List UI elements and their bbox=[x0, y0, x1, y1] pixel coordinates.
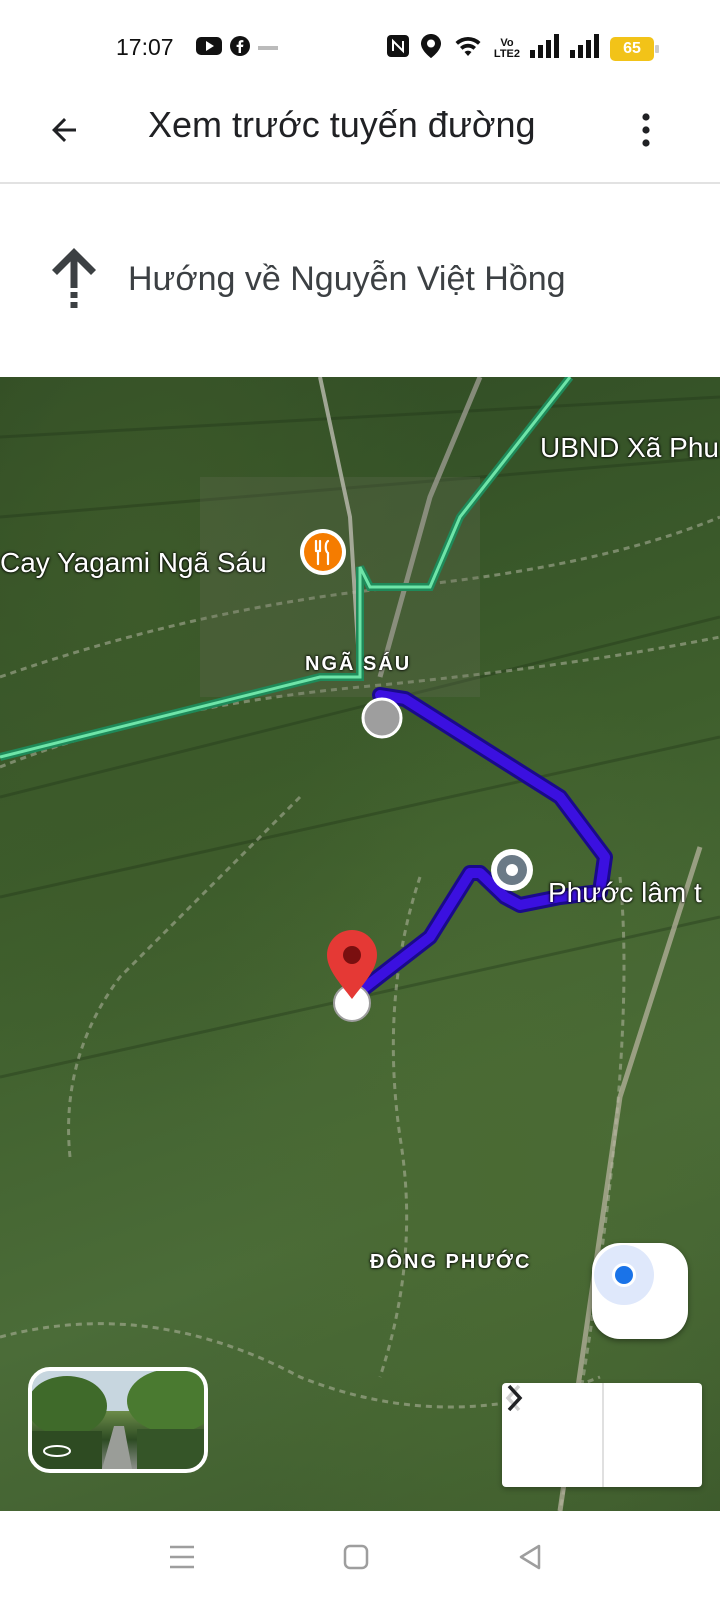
instruction-text: Hướng về Nguyễn Việt Hồng bbox=[128, 260, 566, 298]
page-title: Xem trước tuyến đường bbox=[148, 104, 536, 145]
status-left-icons bbox=[196, 36, 278, 61]
home-icon bbox=[343, 1544, 369, 1570]
location-icon bbox=[420, 33, 442, 64]
street-view-thumbnail[interactable] bbox=[28, 1367, 208, 1473]
more-vert-icon bbox=[642, 113, 650, 147]
my-location-button[interactable] bbox=[592, 1243, 688, 1339]
more-options-button[interactable] bbox=[622, 106, 670, 154]
satellite-map[interactable]: UBND Xã Phu Cay Yagami Ngã Sáu NGÃ SÁU P… bbox=[0, 377, 720, 1511]
status-time: 17:07 bbox=[116, 34, 174, 60]
battery-icon: 65 bbox=[610, 36, 659, 61]
map-label-nga-sau: NGÃ SÁU bbox=[305, 653, 412, 675]
recent-apps-button[interactable] bbox=[158, 1533, 206, 1581]
map-label-restaurant[interactable]: Cay Yagami Ngã Sáu bbox=[0, 547, 267, 579]
status-right-icons: Vo LTE2 65 bbox=[386, 33, 659, 64]
map-label-ubnd[interactable]: UBND Xã Phu bbox=[540, 432, 719, 464]
status-bar: 17:07 Vo LTE2 65 bbox=[0, 0, 720, 92]
system-back-button[interactable] bbox=[506, 1533, 554, 1581]
360-icon bbox=[43, 1445, 71, 1457]
map-label-dong-phuoc: ĐÔNG PHƯỚC bbox=[370, 1251, 532, 1273]
menu-icon bbox=[170, 1545, 194, 1569]
top-app-bar: Xem trước tuyến đường bbox=[0, 92, 720, 184]
system-navigation-bar bbox=[0, 1511, 720, 1600]
nfc-icon bbox=[386, 34, 410, 63]
wifi-icon bbox=[452, 34, 484, 63]
home-button[interactable] bbox=[332, 1533, 380, 1581]
notification-icon bbox=[258, 40, 278, 58]
lte-label: Vo LTE2 bbox=[493, 36, 520, 60]
arrow-left-icon bbox=[52, 118, 76, 142]
map-label-phuoc-lam[interactable]: Phước lâm t bbox=[548, 877, 702, 909]
arrow-up-icon bbox=[50, 246, 98, 317]
facebook-icon bbox=[230, 36, 250, 61]
back-icon bbox=[519, 1544, 541, 1570]
signal-icon-2 bbox=[570, 34, 600, 63]
next-step-button[interactable] bbox=[507, 1383, 702, 1487]
my-location-icon bbox=[594, 1245, 654, 1305]
direction-instruction: Hướng về Nguyễn Việt Hồng bbox=[0, 184, 720, 377]
signal-icon bbox=[530, 34, 560, 63]
chevron-right-icon bbox=[507, 1384, 523, 1412]
step-navigation bbox=[502, 1383, 702, 1487]
youtube-icon bbox=[196, 36, 222, 61]
back-button[interactable] bbox=[40, 106, 88, 154]
